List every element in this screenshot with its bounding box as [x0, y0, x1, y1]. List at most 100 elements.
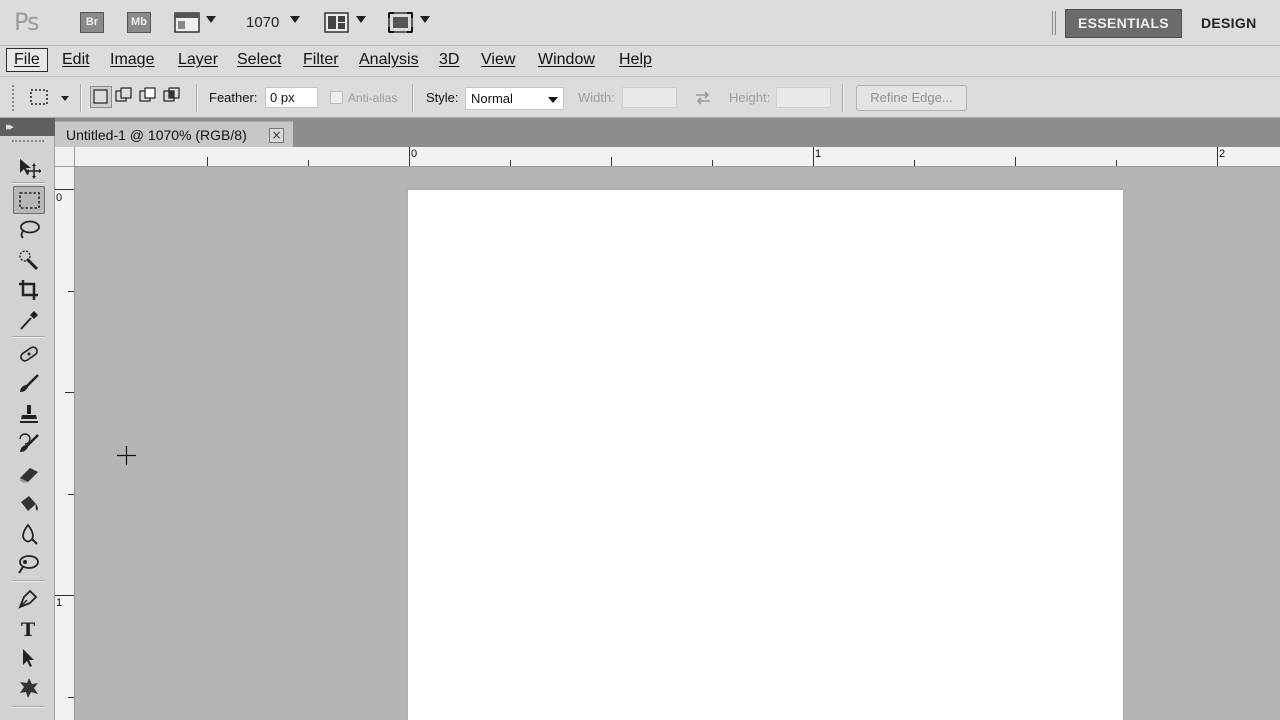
intersect-selection-button[interactable] [162, 86, 184, 108]
crop-icon[interactable] [13, 276, 45, 304]
ruler-tick [207, 157, 208, 166]
ruler-tick [409, 147, 410, 166]
brush-icon[interactable] [13, 370, 45, 398]
rectangular-marquee-icon[interactable] [13, 186, 45, 214]
ruler-label: 1 [815, 148, 822, 160]
style-label: Style: [426, 90, 459, 105]
ruler-tick [308, 160, 309, 166]
launch-bridge-button[interactable]: Br [80, 12, 104, 33]
view-extras-icon[interactable] [174, 11, 200, 38]
menu-window[interactable]: Window [538, 51, 595, 69]
quick-selection-icon[interactable] [13, 246, 45, 274]
ruler-label: 2 [1219, 148, 1226, 160]
new-selection-button[interactable] [90, 86, 112, 108]
type-icon[interactable]: T [13, 614, 45, 642]
view-extras-caret-icon[interactable] [206, 16, 216, 23]
ruler-tick [611, 157, 612, 166]
history-brush-icon[interactable] [13, 430, 45, 458]
subtract-from-selection-button[interactable] [138, 86, 160, 108]
dodge-icon[interactable] [13, 550, 45, 578]
menu-filter[interactable]: Filter [303, 51, 339, 69]
menu-view[interactable]: View [481, 51, 515, 69]
height-label: Height: [729, 90, 771, 105]
menu-analysis[interactable]: Analysis [359, 51, 419, 69]
menu-image[interactable]: Image [110, 51, 154, 69]
pen-icon[interactable] [13, 584, 45, 612]
screen-mode-caret-icon[interactable] [420, 16, 430, 23]
workspace-essentials-button[interactable]: ESSENTIALS [1065, 9, 1182, 38]
chevron-down-icon [548, 97, 558, 103]
ruler-tick [510, 160, 511, 166]
ruler-tick [55, 189, 74, 190]
eyedropper-icon[interactable] [13, 306, 45, 334]
paint-bucket-icon[interactable] [13, 490, 45, 518]
vertical-ruler[interactable]: 0 1 [55, 167, 75, 720]
anti-alias-checkbox[interactable] [330, 91, 343, 104]
custom-shape-icon[interactable] [13, 674, 45, 702]
tools-panel-grip[interactable] [12, 140, 44, 146]
screen-mode-icon[interactable] [387, 11, 415, 38]
ruler-tick [712, 160, 713, 166]
menu-edit[interactable]: Edit [62, 51, 90, 69]
ruler-tick [65, 392, 74, 393]
ruler-tick [68, 290, 74, 292]
close-icon[interactable]: × [269, 128, 284, 143]
document-tab-title: Untitled-1 @ 1070% (RGB/8) [66, 127, 247, 143]
ruler-tick [1116, 160, 1117, 166]
ruler-tick [813, 147, 814, 166]
launch-minibridge-button[interactable]: Mb [127, 12, 151, 33]
workspace-separator [1052, 11, 1056, 35]
eraser-icon[interactable] [13, 460, 45, 488]
ruler-label: 1 [56, 597, 63, 609]
photoshop-logo: Ps [14, 8, 40, 36]
anti-alias-label: Anti-alias [348, 91, 398, 105]
application-bar: Ps Br Mb 1070 ESSENTIALS DESIGN [0, 0, 1280, 46]
tools-panel-header[interactable]: ▸▸ [0, 118, 55, 136]
ruler-label: 0 [56, 192, 63, 204]
document-tab-strip: Untitled-1 @ 1070% (RGB/8) × [55, 118, 1280, 147]
height-input[interactable] [776, 87, 831, 108]
menu-help[interactable]: Help [619, 51, 652, 69]
tools-panel: ▸▸ T [0, 118, 55, 720]
arrange-documents-caret-icon[interactable] [356, 16, 366, 23]
clone-stamp-icon[interactable] [13, 400, 45, 428]
options-bar: Feather: 0 px Anti-alias Style: Normal W… [0, 76, 1280, 118]
refine-edge-button[interactable]: Refine Edge... [856, 85, 967, 111]
ruler-tick [914, 160, 915, 166]
menu-select[interactable]: Select [237, 51, 281, 69]
zoom-dropdown-caret-icon[interactable] [290, 16, 300, 23]
menu-bar: File Edit Image Layer Select Filter Anal… [0, 46, 1280, 76]
width-label: Width: [578, 90, 615, 105]
swap-width-height-icon[interactable] [694, 89, 712, 110]
zoom-level[interactable]: 1070 [246, 14, 279, 31]
blur-icon[interactable] [13, 520, 45, 548]
healing-brush-icon[interactable] [13, 340, 45, 368]
style-select[interactable]: Normal [465, 87, 564, 110]
width-input[interactable] [622, 87, 677, 108]
document-canvas[interactable] [408, 190, 1123, 720]
ruler-origin-corner[interactable] [55, 147, 75, 167]
move-tool-icon[interactable] [13, 154, 45, 182]
ruler-tick [1217, 147, 1218, 166]
tool-preset-picker-icon[interactable] [28, 87, 72, 112]
menu-3d[interactable]: 3D [439, 51, 459, 69]
workspace-design-button[interactable]: DESIGN [1201, 15, 1256, 31]
crosshair-cursor-icon [117, 446, 136, 465]
path-selection-icon[interactable] [13, 644, 45, 672]
lasso-icon[interactable] [13, 216, 45, 244]
feather-input[interactable]: 0 px [265, 87, 318, 108]
options-bar-grip[interactable] [12, 85, 16, 111]
ruler-tick [1015, 157, 1016, 166]
ruler-tick [68, 696, 74, 698]
document-tab[interactable]: Untitled-1 @ 1070% (RGB/8) × [55, 121, 293, 147]
svg-text:T: T [21, 619, 35, 639]
horizontal-ruler[interactable]: 0 1 2 [55, 147, 1280, 167]
feather-label: Feather: [209, 90, 258, 105]
menu-layer[interactable]: Layer [178, 51, 218, 69]
arrange-documents-icon[interactable] [324, 11, 350, 38]
menu-file[interactable]: File [6, 48, 48, 72]
expand-panel-icon[interactable]: ▸▸ [6, 120, 14, 133]
style-select-value: Normal [471, 91, 513, 106]
add-to-selection-button[interactable] [114, 86, 136, 108]
ruler-label: 0 [411, 148, 418, 160]
